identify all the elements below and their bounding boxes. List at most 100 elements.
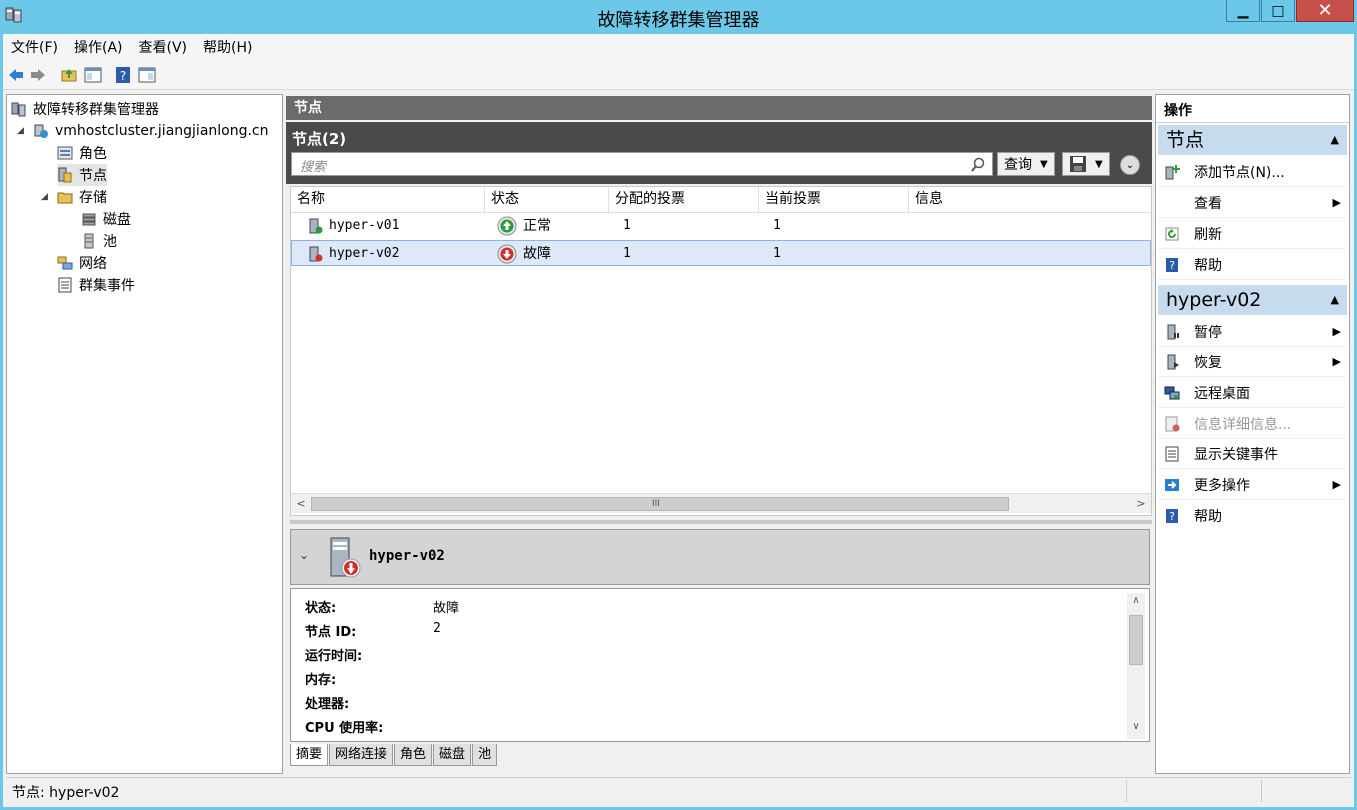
server-resume-icon [1167, 354, 1179, 369]
help-icon: ? [1166, 509, 1178, 523]
scroll-right-arrow-icon[interactable]: > [1133, 496, 1149, 512]
vertical-scrollbar[interactable]: ∧ ∨ [1127, 593, 1145, 739]
save-query-button[interactable]: ▼ [1062, 152, 1110, 176]
column-info[interactable]: 信息 [909, 187, 1149, 213]
query-button-label: 查询 [1004, 157, 1032, 173]
collapse-arrow-icon[interactable]: ◢ [41, 192, 53, 202]
console-tree-icon [84, 67, 102, 83]
help-toolbar-button[interactable]: ? [113, 65, 133, 85]
tab-disks[interactable]: 磁盘 [433, 744, 472, 766]
actions-pane: 操作 节点 ▲ 添加节点(N)... 查看 ▶ 刷新 ? 帮助 hyper-v0… [1155, 94, 1350, 774]
action-info-details[interactable]: 信息详细信息... [1158, 409, 1345, 439]
minimize-button[interactable]: ▁ [1226, 0, 1260, 22]
maximize-button[interactable]: □ [1261, 0, 1295, 22]
action-label: 暂停 [1194, 324, 1222, 341]
column-name[interactable]: 名称 [291, 187, 485, 213]
tree-root[interactable]: 故障转移群集管理器 [11, 98, 159, 120]
network-icon [57, 256, 73, 270]
query-button[interactable]: 查询 ▼ [997, 152, 1055, 176]
tree-item-storage[interactable]: ◢ 存储 [41, 186, 107, 208]
show-hide-tree-button[interactable] [83, 65, 103, 85]
action-help[interactable]: ? 帮助 [1158, 250, 1345, 280]
add-node-icon [1165, 164, 1180, 179]
more-actions-icon [1165, 478, 1179, 491]
maximize-icon: □ [1271, 2, 1285, 19]
row-current-vote: 1 [773, 246, 781, 261]
tree-cluster[interactable]: ◢ vmhostcluster.jiangjianlong.cn [17, 120, 269, 142]
main-window: 文件(F) 操作(A) 查看(V) 帮助(H) ? 故障转移群集管理器 ◢ vm… [3, 34, 1354, 807]
field-key: 节点 ID: [305, 625, 357, 640]
tree-item-cluster-events-label: 群集事件 [79, 278, 135, 294]
column-status[interactable]: 状态 [485, 187, 609, 213]
close-button[interactable]: ✕ [1296, 0, 1354, 22]
tree-item-cluster-events[interactable]: 群集事件 [57, 274, 135, 296]
action-remote-desktop[interactable]: 远程桌面 [1158, 378, 1345, 408]
scroll-left-arrow-icon[interactable]: < [293, 496, 309, 512]
collapse-up-icon[interactable]: ▲ [1331, 125, 1339, 155]
submenu-arrow-icon: ▶ [1332, 355, 1341, 368]
nodes-icon [58, 167, 72, 183]
menu-action[interactable]: 操作(A) [66, 37, 131, 57]
menu-help[interactable]: 帮助(H) [195, 37, 260, 57]
actions-section-selected-node[interactable]: hyper-v02 ▲ [1158, 285, 1347, 315]
action-pause[interactable]: 暂停 ▶ [1158, 317, 1345, 347]
search-input[interactable]: 搜索 [291, 152, 993, 176]
action-label: 帮助 [1194, 257, 1222, 274]
search-icon[interactable] [970, 157, 986, 173]
help-icon: ? [116, 67, 130, 83]
tab-network-connections[interactable]: 网络连接 [329, 744, 394, 766]
collapse-chevron-icon[interactable]: ⌄ [299, 548, 309, 562]
action-add-node[interactable]: 添加节点(N)... [1158, 157, 1345, 187]
menu-file[interactable]: 文件(F) [3, 37, 66, 57]
expand-collapse-button[interactable]: ⌄ [1120, 155, 1140, 175]
action-resume[interactable]: 恢复 ▶ [1158, 347, 1345, 377]
tab-pools[interactable]: 池 [472, 744, 498, 766]
tree-item-disks[interactable]: 磁盘 [81, 208, 131, 230]
detail-header: ⌄ hyper-v02 [290, 529, 1150, 585]
menu-view[interactable]: 查看(V) [131, 37, 196, 57]
tab-summary[interactable]: 摘要 [290, 744, 329, 766]
tree-item-nodes[interactable]: 节点 [57, 164, 107, 186]
tree-item-networks[interactable]: 网络 [57, 252, 107, 274]
pane-splitter[interactable] [290, 520, 1152, 524]
horizontal-scrollbar[interactable]: < III > [291, 493, 1151, 513]
title-bar: 故障转移群集管理器 ▁ □ ✕ [0, 0, 1357, 34]
action-show-critical-events[interactable]: 显示关键事件 [1158, 439, 1345, 469]
tree-item-roles[interactable]: 角色 [57, 142, 107, 164]
detail-node-name: hyper-v02 [369, 548, 445, 564]
scroll-down-arrow-icon[interactable]: ∨ [1128, 721, 1144, 737]
action-refresh[interactable]: 刷新 [1158, 219, 1345, 249]
action-more-actions[interactable]: 更多操作 ▶ [1158, 470, 1345, 500]
action-label: 信息详细信息... [1194, 416, 1292, 433]
table-header: 名称 状态 分配的投票 当前投票 信息 [291, 187, 1151, 213]
show-hide-action-pane-button[interactable] [137, 65, 157, 85]
action-help-node[interactable]: ? 帮助 [1158, 501, 1345, 531]
actions-section-nodes[interactable]: 节点 ▲ [1158, 125, 1347, 155]
action-label: 显示关键事件 [1194, 446, 1278, 463]
row-assigned-vote: 1 [623, 218, 631, 233]
row-status: 正常 [523, 218, 551, 234]
scroll-up-arrow-icon[interactable]: ∧ [1128, 595, 1144, 611]
dropdown-arrow-icon: ▼ [1040, 158, 1048, 170]
action-label: 查看 [1194, 195, 1222, 212]
forward-button[interactable] [28, 65, 48, 85]
scrollbar-thumb[interactable] [1129, 615, 1143, 665]
column-current-vote[interactable]: 当前投票 [759, 187, 909, 213]
up-level-button[interactable] [59, 65, 79, 85]
status-separator [1126, 780, 1127, 802]
collapse-arrow-icon[interactable]: ◢ [17, 126, 29, 136]
tree-item-pools-label: 池 [103, 234, 117, 250]
status-separator [1261, 780, 1262, 802]
row-name-cell: hyper-v01 [307, 213, 399, 239]
tab-roles[interactable]: 角色 [394, 744, 433, 766]
tree-item-pools[interactable]: 池 [81, 230, 117, 252]
column-assigned-vote[interactable]: 分配的投票 [609, 187, 759, 213]
scrollbar-thumb[interactable]: III [311, 497, 1009, 511]
svg-text:?: ? [1169, 259, 1175, 272]
window-title: 故障转移群集管理器 [597, 10, 760, 31]
action-view[interactable]: 查看 ▶ [1158, 188, 1345, 218]
collapse-up-icon[interactable]: ▲ [1331, 285, 1339, 315]
back-button[interactable] [6, 65, 26, 85]
table-row[interactable]: hyper-v01 正常 1 1 [291, 213, 1151, 239]
table-row-selected[interactable]: hyper-v02 故障 1 1 [291, 240, 1151, 266]
